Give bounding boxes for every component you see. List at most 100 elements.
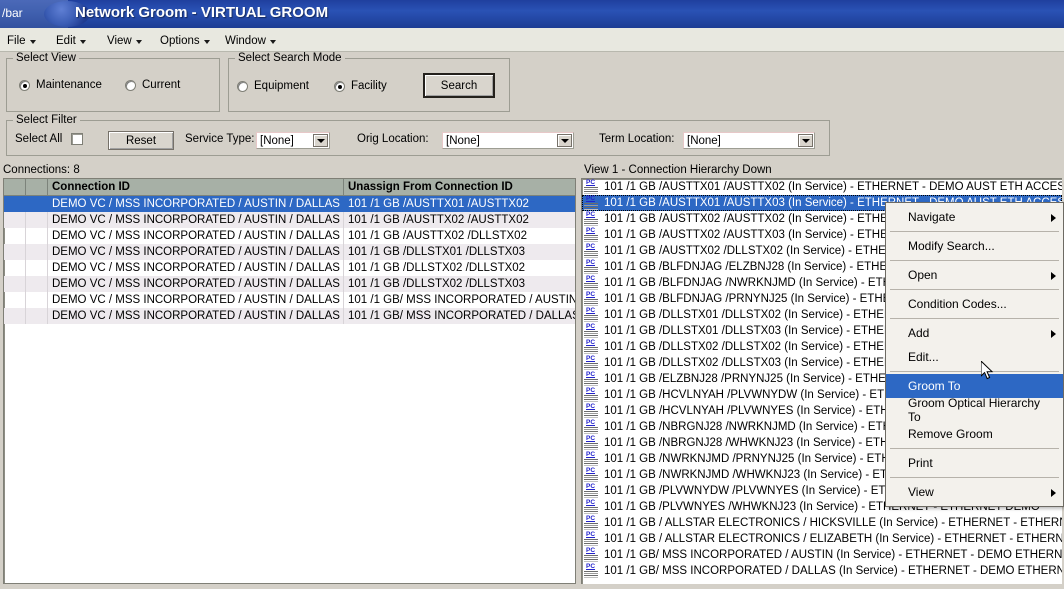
pc-node-icon: PC [584,436,599,450]
row-select-cell[interactable] [26,228,48,244]
row-marker-cell[interactable] [4,308,26,324]
list-item-label: 101 /1 GB / ALLSTAR ELECTRONICS / ELIZAB… [604,533,1062,545]
menu-item-add[interactable]: Add [886,321,1063,345]
row-select-cell[interactable] [26,212,48,228]
menu-separator [890,318,1059,319]
menu-item-label: Print [908,456,933,470]
pc-node-icon: PC [584,276,599,290]
cell-unassign-from-connection-id: 101 /1 GB/ MSS INCORPORATED / DALLAS [344,308,575,324]
list-item[interactable]: PC101 /1 GB/ MSS INCORPORATED / AUSTIN (… [582,547,1062,563]
menu-file[interactable]: File [4,32,39,49]
menu-edit[interactable]: Edit [53,32,89,49]
orig-location-value: [None] [446,135,480,147]
row-select-cell[interactable] [26,276,48,292]
table-row[interactable]: DEMO VC / MSS INCORPORATED / AUSTIN / DA… [4,244,576,260]
cell-unassign-from-connection-id: 101 /1 GB /AUSTTX01 /AUSTTX02 [344,196,575,212]
table-row[interactable]: DEMO VC / MSS INCORPORATED / AUSTIN / DA… [4,308,576,324]
list-item[interactable]: PC101 /1 GB/ MSS INCORPORATED / DALLAS (… [582,563,1062,579]
row-marker-cell[interactable] [4,244,26,260]
table-row[interactable]: DEMO VC / MSS INCORPORATED / AUSTIN / DA… [4,196,576,212]
window-title: Network Groom - VIRTUAL GROOM [75,4,328,21]
chevron-down-icon[interactable] [557,134,572,147]
table-row[interactable]: DEMO VC / MSS INCORPORATED / AUSTIN / DA… [4,228,576,244]
row-select-cell[interactable] [26,260,48,276]
row-select-cell[interactable] [26,292,48,308]
cell-unassign-from-connection-id: 101 /1 GB/ MSS INCORPORATED / AUSTIN [344,292,575,308]
select-search-mode-title: Select Search Mode [235,52,345,64]
table-row[interactable]: DEMO VC / MSS INCORPORATED / AUSTIN / DA… [4,212,576,228]
menu-item-label: Modify Search... [908,239,995,253]
service-type-label: Service Type: [185,133,254,145]
radio-maintenance[interactable]: Maintenance [19,79,102,91]
menu-separator [890,477,1059,478]
orig-location-select[interactable]: [None] [442,132,574,149]
list-item[interactable]: PC101 /1 GB / ALLSTAR ELECTRONICS / ELIZ… [582,531,1062,547]
cell-connection-id: DEMO VC / MSS INCORPORATED / AUSTIN / DA… [48,244,344,260]
radio-equipment[interactable]: Equipment [237,80,309,92]
term-location-select[interactable]: [None] [683,132,815,149]
chevron-down-icon[interactable] [798,134,813,147]
menu-item-groom-to[interactable]: Groom To [886,374,1063,398]
row-marker-cell[interactable] [4,196,26,212]
menu-options[interactable]: Options [157,32,213,49]
radio-equipment-icon [237,81,248,92]
menu-item-view[interactable]: View [886,480,1063,504]
menu-item-print[interactable]: Print [886,451,1063,475]
row-select-cell[interactable] [26,244,48,260]
cell-connection-id: DEMO VC / MSS INCORPORATED / AUSTIN / DA… [48,292,344,308]
pc-node-icon: PC [584,308,599,322]
row-marker-cell[interactable] [4,228,26,244]
row-marker-cell[interactable] [4,212,26,228]
row-select-cell[interactable] [26,308,48,324]
chevron-down-icon[interactable] [313,134,328,147]
column-header-connection-id[interactable]: Connection ID [48,179,344,195]
menu-separator [890,289,1059,290]
list-item-label: 101 /1 GB / ALLSTAR ELECTRONICS / HICKSV… [604,517,1062,529]
reset-button[interactable]: Reset [108,131,174,150]
menu-item-condition-codes[interactable]: Condition Codes... [886,292,1063,316]
select-view-title: Select View [13,52,79,64]
cell-connection-id: DEMO VC / MSS INCORPORATED / AUSTIN / DA… [48,228,344,244]
menu-item-navigate[interactable]: Navigate [886,205,1063,229]
menu-item-open[interactable]: Open [886,263,1063,287]
column-header-spacer-2[interactable] [26,179,48,195]
orig-location-label: Orig Location: [357,133,429,145]
column-header-spacer-1[interactable] [4,179,26,195]
table-row[interactable]: DEMO VC / MSS INCORPORATED / AUSTIN / DA… [4,292,576,308]
column-header-unassign-from[interactable]: Unassign From Connection ID [344,179,575,195]
radio-current[interactable]: Current [125,79,180,91]
list-item[interactable]: PC101 /1 GB /AUSTTX01 /AUSTTX02 (In Serv… [582,179,1062,195]
menu-item-remove-groom[interactable]: Remove Groom [886,422,1063,446]
menu-item-groom-optical-hierarchy-to[interactable]: Groom Optical Hierarchy To [886,398,1063,422]
cell-connection-id: DEMO VC / MSS INCORPORATED / AUSTIN / DA… [48,276,344,292]
term-location-label: Term Location: [599,133,674,145]
pc-node-icon: PC [584,260,599,274]
row-select-cell[interactable] [26,196,48,212]
search-button[interactable]: Search [423,73,495,98]
row-marker-cell[interactable] [4,276,26,292]
radio-facility-icon [334,81,345,92]
select-filter-title: Select Filter [13,114,80,126]
radio-facility[interactable]: Facility [334,80,387,92]
list-item[interactable]: PC101 /1 GB / ALLSTAR ELECTRONICS / HICK… [582,515,1062,531]
table-row[interactable]: DEMO VC / MSS INCORPORATED / AUSTIN / DA… [4,260,576,276]
menu-window[interactable]: Window [222,32,279,49]
menu-view[interactable]: View [104,32,145,49]
pc-node-icon: PC [584,324,599,338]
chevron-down-icon [136,40,142,44]
select-all-checkbox[interactable] [71,133,83,145]
toolbar-tab-label: /bar [2,6,23,20]
menu-separator [890,260,1059,261]
service-type-select[interactable]: [None] [256,132,330,149]
menu-item-edit[interactable]: Edit... [886,345,1063,369]
connections-grid: Connection ID Unassign From Connection I… [3,178,576,584]
menu-item-modify-search[interactable]: Modify Search... [886,234,1063,258]
table-row[interactable]: DEMO VC / MSS INCORPORATED / AUSTIN / DA… [4,276,576,292]
cell-unassign-from-connection-id: 101 /1 GB /DLLSTX02 /DLLSTX03 [344,276,575,292]
row-marker-cell[interactable] [4,292,26,308]
select-filter-group: Select Filter Select All Reset Service T… [6,120,830,156]
pc-node-icon: PC [584,468,599,482]
pc-node-icon: PC [584,292,599,306]
row-marker-cell[interactable] [4,260,26,276]
menu-window-label: Window [225,35,266,47]
